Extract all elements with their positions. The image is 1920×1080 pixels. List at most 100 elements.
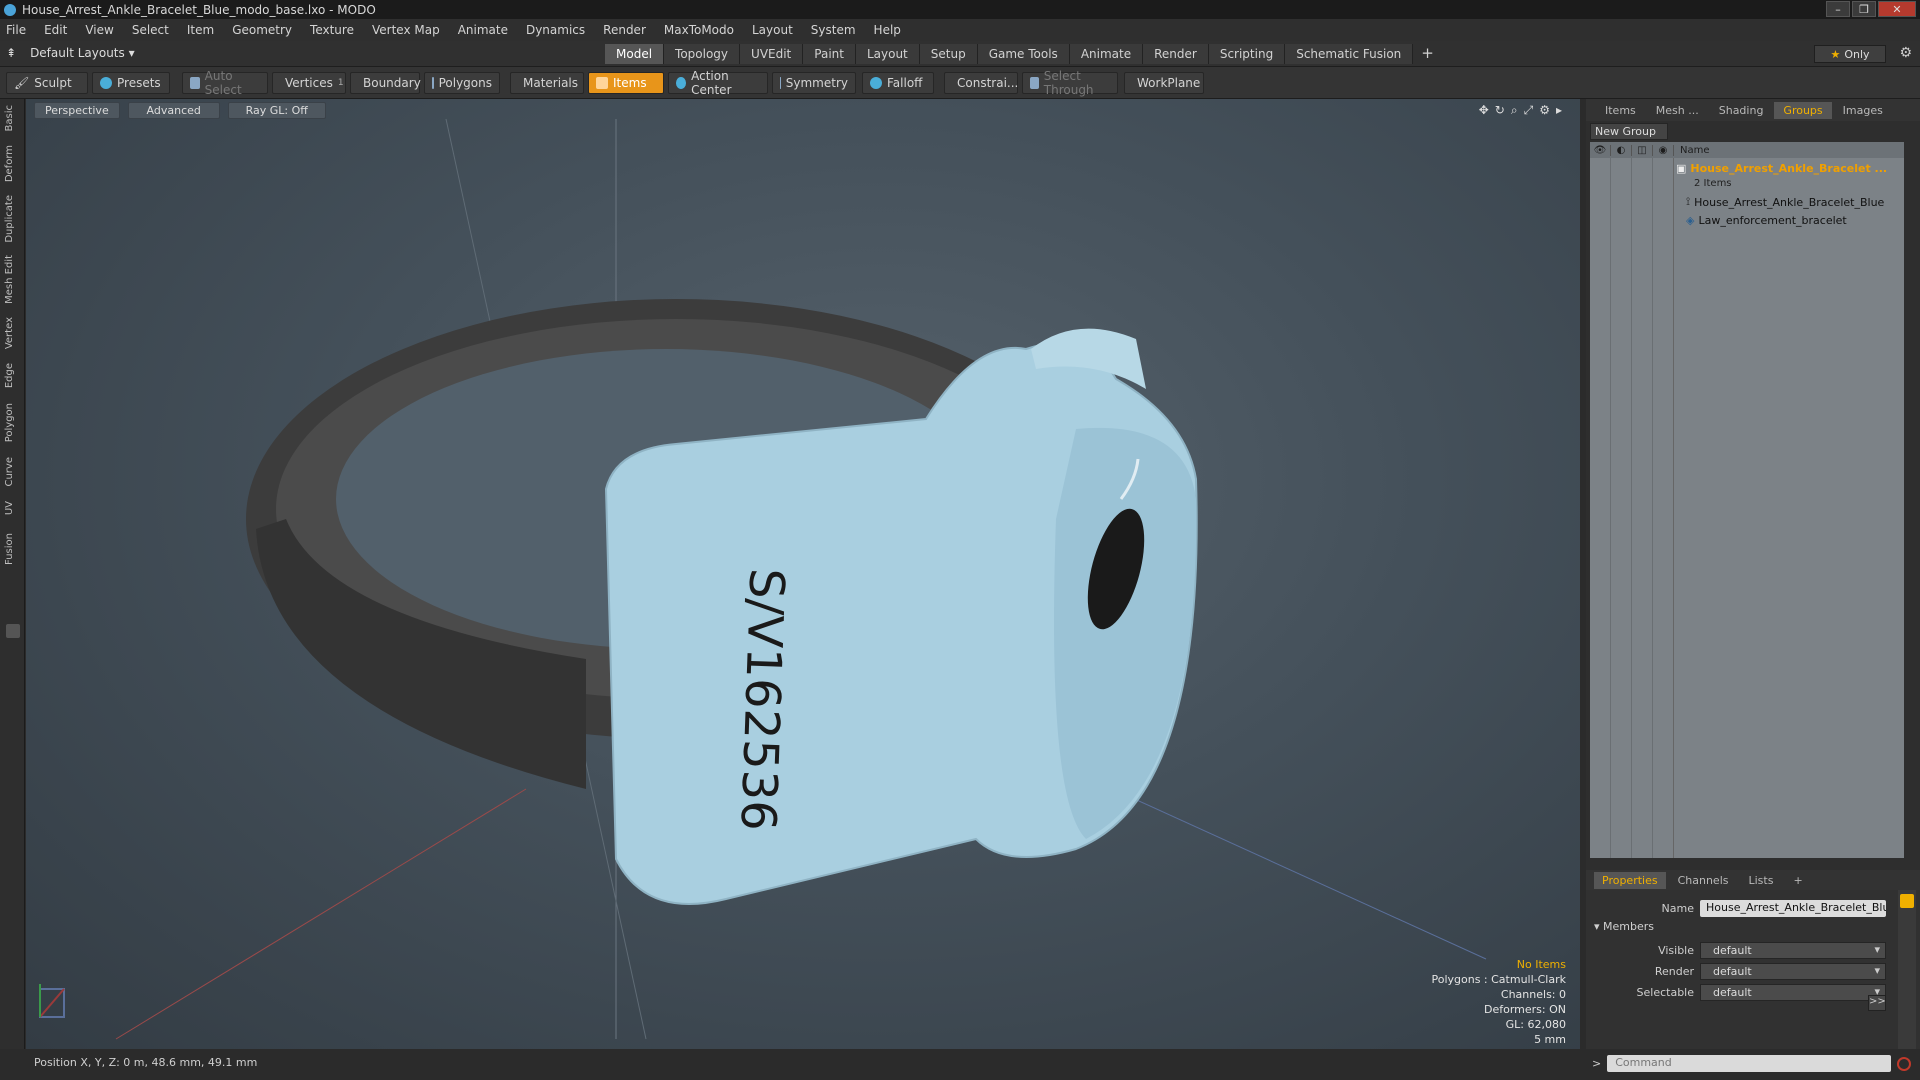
- tree-row-parent-group[interactable]: ▣ House_Arrest_Ankle_Bracelet ...: [1676, 160, 1887, 176]
- rail-tab-uv[interactable]: UV: [4, 501, 15, 515]
- layout-switcher-icon[interactable]: ⇞: [6, 46, 16, 60]
- tab-properties[interactable]: Properties: [1594, 871, 1666, 889]
- tree-row-child-mesh[interactable]: ⟟ House_Arrest_Ankle_Bracelet_Blue: [1686, 194, 1884, 210]
- tab-game-tools[interactable]: Game Tools: [977, 44, 1070, 64]
- visible-dropdown[interactable]: default: [1700, 941, 1886, 959]
- record-icon[interactable]: [1897, 1056, 1912, 1071]
- items-button[interactable]: Items: [588, 72, 664, 94]
- expand-arrow-icon[interactable]: ▸: [1556, 103, 1562, 118]
- default-layouts-dropdown[interactable]: ⇞ Default Layouts ▾: [6, 46, 135, 60]
- menu-layout[interactable]: Layout: [752, 23, 793, 37]
- zoom-icon[interactable]: ⌕: [1511, 103, 1518, 118]
- render-col-icon[interactable]: ◐: [1611, 144, 1632, 156]
- rotate-icon[interactable]: ↻: [1495, 103, 1505, 118]
- tab-scripting[interactable]: Scripting: [1208, 44, 1286, 64]
- constraints-button[interactable]: Constrai...: [944, 72, 1018, 94]
- pan-icon[interactable]: ✥: [1479, 103, 1489, 118]
- gear-icon[interactable]: ⚙: [1899, 45, 1912, 61]
- menu-select[interactable]: Select: [132, 23, 169, 37]
- visibility-col-icon[interactable]: 👁: [1590, 144, 1611, 156]
- name-column-header[interactable]: Name: [1674, 145, 1710, 156]
- auto-select-button[interactable]: Auto Select: [182, 69, 268, 97]
- 3d-viewport[interactable]: S/V162536 Perspective Advanced Ray GL: O…: [26, 99, 1580, 1049]
- new-group-button[interactable]: New Group: [1590, 123, 1668, 140]
- name-field[interactable]: House_Arrest_Ankle_Bracelet_Blue (: [1700, 899, 1886, 917]
- menu-animate[interactable]: Animate: [458, 23, 508, 37]
- rail-tab-basic[interactable]: Basic: [4, 105, 15, 131]
- menu-render[interactable]: Render: [603, 23, 646, 37]
- tab-uvedit[interactable]: UVEdit: [740, 44, 804, 64]
- tab-channels[interactable]: Channels: [1670, 872, 1737, 889]
- rail-tab-duplicate[interactable]: Duplicate: [4, 195, 15, 243]
- command-input[interactable]: Command: [1607, 1055, 1892, 1072]
- falloff-button[interactable]: Falloff: [862, 72, 934, 94]
- tab-mesh[interactable]: Mesh ...: [1647, 102, 1708, 119]
- tab-animate[interactable]: Animate: [1069, 44, 1144, 64]
- tab-layout[interactable]: Layout: [855, 44, 920, 64]
- raygl-dropdown[interactable]: Ray GL: Off: [227, 101, 326, 119]
- menu-vertex-map[interactable]: Vertex Map: [372, 23, 440, 37]
- select-through-button[interactable]: Select Through: [1022, 69, 1118, 97]
- rail-tab-curve[interactable]: Curve: [4, 457, 15, 487]
- tree-row-child-bracelet[interactable]: ◈ Law_enforcement_bracelet: [1686, 212, 1847, 228]
- tab-render[interactable]: Render: [1143, 44, 1209, 64]
- close-button[interactable]: ✕: [1878, 1, 1916, 17]
- tab-images[interactable]: Images: [1834, 102, 1892, 119]
- boundary-button[interactable]: Boundary: [350, 72, 421, 94]
- tab-topology[interactable]: Topology: [664, 44, 741, 64]
- rail-tab-edge[interactable]: Edge: [4, 363, 15, 388]
- symmetry-button[interactable]: Symmetry: [772, 72, 856, 94]
- tab-model[interactable]: Model: [605, 44, 665, 64]
- polygons-button[interactable]: Polygons: [424, 72, 500, 94]
- members-section[interactable]: ▾ Members: [1594, 920, 1654, 933]
- menu-bar: File Edit View Select Item Geometry Text…: [0, 19, 1920, 41]
- menu-file[interactable]: File: [6, 23, 26, 37]
- more-button[interactable]: >>: [1868, 995, 1886, 1011]
- menu-geometry[interactable]: Geometry: [232, 23, 292, 37]
- materials-button[interactable]: Materials: [510, 72, 584, 94]
- menu-item[interactable]: Item: [187, 23, 214, 37]
- render-dropdown[interactable]: default: [1700, 962, 1886, 980]
- maximize-button[interactable]: ❐: [1852, 1, 1876, 17]
- lock-col-icon[interactable]: ◫: [1632, 144, 1653, 156]
- advanced-dropdown[interactable]: Advanced: [127, 101, 220, 119]
- rail-tab-deform[interactable]: Deform: [4, 145, 15, 182]
- tab-items[interactable]: Items: [1596, 102, 1645, 119]
- menu-edit[interactable]: Edit: [44, 23, 67, 37]
- only-button[interactable]: ★ Only: [1814, 45, 1886, 63]
- viewport-nav-icons: ✥ ↻ ⌕ ⤢ ⚙ ▸: [1479, 103, 1562, 118]
- menu-help[interactable]: Help: [874, 23, 901, 37]
- tab-schematic-fusion[interactable]: Schematic Fusion: [1285, 44, 1414, 64]
- selectable-dropdown[interactable]: default: [1700, 983, 1886, 1001]
- sculpt-button[interactable]: 🖌 Sculpt: [6, 72, 88, 94]
- add-tab-button[interactable]: +: [1413, 44, 1442, 64]
- perspective-dropdown[interactable]: Perspective: [34, 101, 120, 119]
- viewport-settings-icon[interactable]: ⚙: [1539, 103, 1550, 118]
- rail-tab-fusion[interactable]: Fusion: [4, 533, 15, 565]
- window-title: House_Arrest_Ankle_Bracelet_Blue_modo_ba…: [22, 2, 376, 17]
- menu-dynamics[interactable]: Dynamics: [526, 23, 585, 37]
- vertices-button[interactable]: Vertices 1: [272, 72, 346, 94]
- minimize-button[interactable]: –: [1826, 1, 1850, 17]
- action-center-button[interactable]: Action Center: [668, 69, 768, 97]
- workplane-button[interactable]: WorkPlane: [1124, 72, 1204, 94]
- add-properties-tab[interactable]: +: [1785, 872, 1810, 889]
- menu-maxtomodo[interactable]: MaxToModo: [664, 23, 734, 37]
- menu-system[interactable]: System: [811, 23, 856, 37]
- left-tool-rail: Basic Deform Duplicate Mesh Edit Vertex …: [0, 99, 25, 1049]
- menu-view[interactable]: View: [85, 23, 113, 37]
- rail-tab-mesh-edit[interactable]: Mesh Edit: [4, 255, 15, 304]
- rail-toggle-button[interactable]: [6, 624, 20, 638]
- tab-lists[interactable]: Lists: [1741, 872, 1782, 889]
- rail-tab-vertex[interactable]: Vertex: [4, 317, 15, 349]
- group-tab-icon[interactable]: [1900, 894, 1914, 908]
- menu-texture[interactable]: Texture: [310, 23, 354, 37]
- maximize-view-icon[interactable]: ⤢: [1524, 103, 1534, 118]
- tab-groups[interactable]: Groups: [1774, 101, 1832, 119]
- tab-paint[interactable]: Paint: [803, 44, 856, 64]
- tab-shading[interactable]: Shading: [1710, 102, 1773, 119]
- tab-setup[interactable]: Setup: [919, 44, 978, 64]
- presets-button[interactable]: Presets: [92, 72, 170, 94]
- rail-tab-polygon[interactable]: Polygon: [4, 403, 15, 442]
- select-col-icon[interactable]: ◉: [1653, 144, 1674, 156]
